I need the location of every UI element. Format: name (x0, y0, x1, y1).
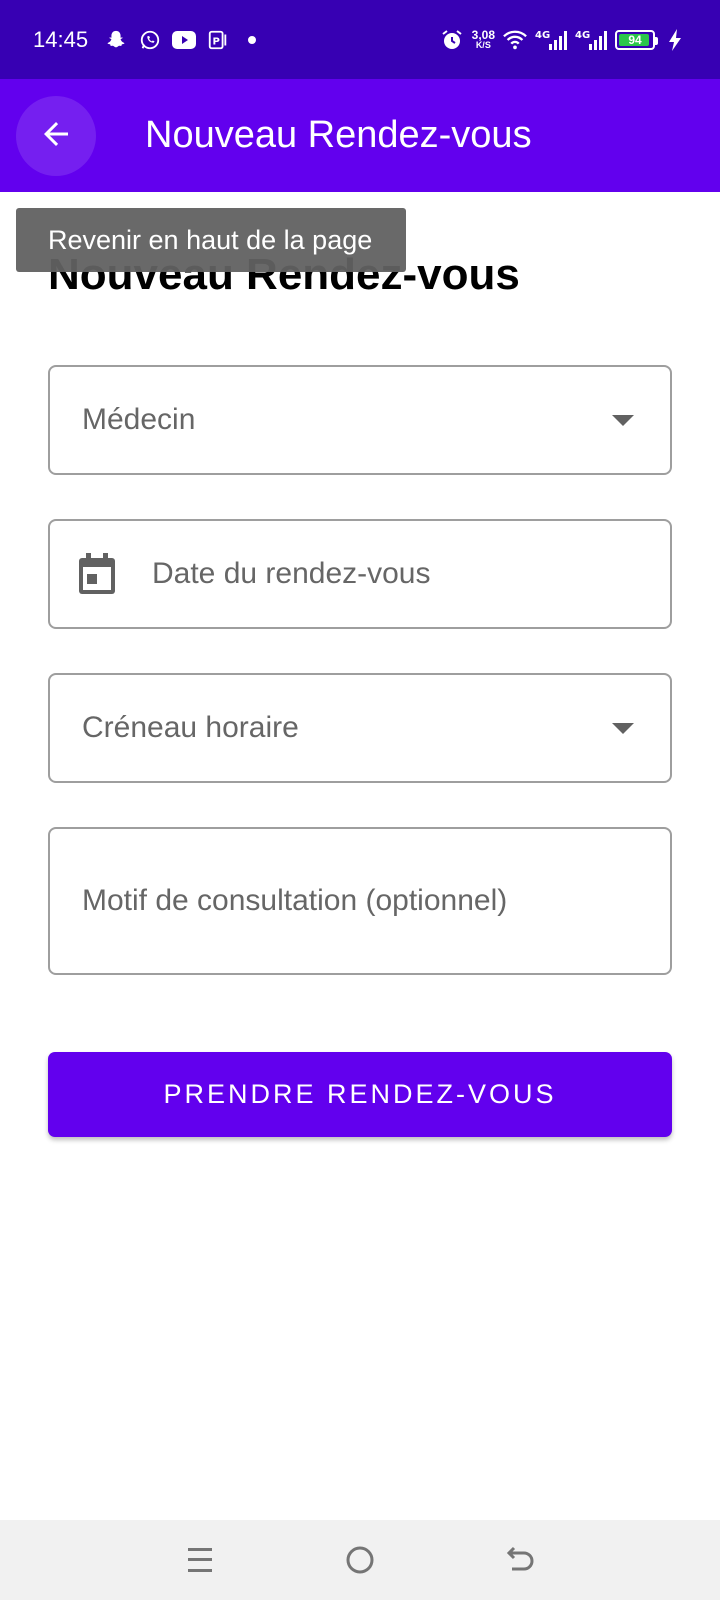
charging-icon (663, 28, 687, 52)
status-bar: 14:45 P 3,08 K/S 4G 4G 94 (0, 0, 720, 79)
recent-apps-icon[interactable] (175, 1535, 225, 1585)
app-bar-title: Nouveau Rendez-vous (145, 114, 532, 156)
reason-field[interactable]: Motif de consultation (optionnel) (48, 827, 672, 975)
alarm-icon (440, 28, 464, 52)
back-button[interactable] (16, 96, 96, 176)
doctor-select[interactable]: Médecin (48, 365, 672, 475)
wifi-icon (503, 28, 527, 52)
arrow-left-icon (38, 116, 74, 157)
dot-icon (240, 28, 264, 52)
battery-percent: 94 (628, 32, 642, 47)
net-speed-unit: K/S (475, 40, 491, 50)
system-nav-bar (0, 1520, 720, 1600)
chevron-down-icon (612, 723, 634, 734)
signal-4g-icon: 4G (535, 28, 567, 52)
book-appointment-button[interactable]: PRENDRE RENDEZ-VOUS (48, 1052, 672, 1137)
back-icon[interactable] (495, 1535, 545, 1585)
doctor-select-placeholder: Médecin (82, 403, 196, 436)
back-button-tooltip: Revenir en haut de la page (16, 208, 406, 272)
parking-app-icon: P (206, 28, 230, 52)
app-bar: Nouveau Rendez-vous (0, 79, 720, 192)
network-speed: 3,08 K/S (472, 29, 495, 50)
status-time: 14:45 (33, 26, 89, 52)
calendar-icon (78, 552, 118, 596)
home-icon[interactable] (335, 1535, 385, 1585)
signal-4g-icon: 4G (575, 28, 607, 52)
svg-text:4G: 4G (575, 30, 590, 41)
snapchat-icon (104, 28, 128, 52)
date-field[interactable]: Date du rendez-vous (48, 519, 672, 629)
time-slot-select[interactable]: Créneau horaire (48, 673, 672, 783)
date-field-placeholder: Date du rendez-vous (152, 557, 431, 590)
svg-text:4G: 4G (535, 30, 550, 41)
time-slot-placeholder: Créneau horaire (82, 711, 299, 744)
battery-icon: 94 (615, 29, 658, 50)
whatsapp-icon (138, 28, 162, 52)
svg-text:P: P (213, 36, 220, 47)
youtube-icon (172, 28, 197, 52)
chevron-down-icon (612, 415, 634, 426)
reason-field-placeholder: Motif de consultation (optionnel) (82, 884, 508, 917)
